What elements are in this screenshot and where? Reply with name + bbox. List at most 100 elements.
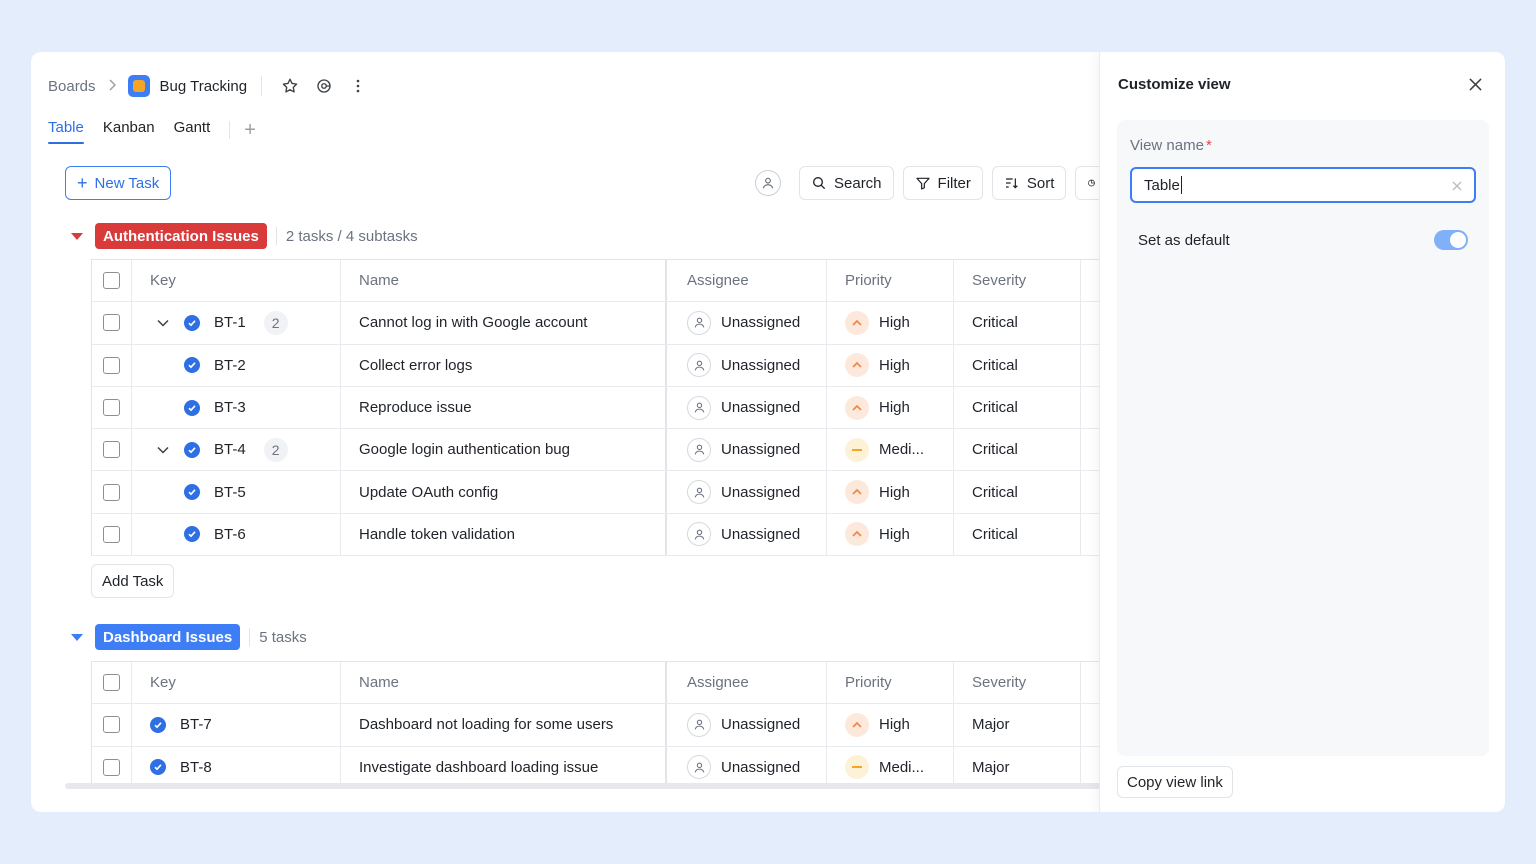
status-done-icon[interactable] — [184, 357, 200, 374]
status-done-icon[interactable] — [184, 399, 200, 416]
name-cell[interactable]: Handle token validation — [341, 513, 667, 556]
priority-cell[interactable]: High — [827, 513, 954, 556]
table-row[interactable]: BT-1 2 Cannot log in with Google account Un… — [92, 302, 1100, 345]
table-row[interactable]: BT-5 Update OAuth config Unassigned High Cri… — [92, 471, 1100, 514]
status-done-icon[interactable] — [184, 484, 200, 501]
table-row[interactable]: BT-6 Handle token validation Unassigned Hig… — [92, 513, 1100, 557]
table-row[interactable]: BT-2 Collect error logs Unassigned High Crit… — [92, 344, 1100, 387]
copy-view-link-button[interactable]: Copy view link — [1117, 766, 1233, 798]
select-all-checkbox[interactable] — [103, 272, 120, 290]
column-header-priority[interactable]: Priority — [827, 662, 954, 704]
set-default-toggle[interactable] — [1434, 230, 1468, 250]
table-row[interactable]: BT-7 Dashboard not loading for some users… — [92, 704, 1100, 747]
assignee-cell[interactable]: Unassigned — [667, 344, 827, 386]
assignee-cell[interactable]: Unassigned — [667, 429, 827, 471]
status-done-icon[interactable] — [184, 314, 200, 331]
column-header-priority[interactable]: Priority — [827, 260, 954, 302]
name-cell[interactable]: Update OAuth config — [341, 471, 667, 513]
assignee-cell[interactable]: Unassigned — [667, 513, 827, 556]
watch-icon[interactable] — [314, 76, 334, 96]
sort-button[interactable]: Sort — [991, 166, 1067, 200]
column-header-name[interactable]: Name — [341, 260, 667, 302]
column-header-assignee[interactable]: Assignee — [667, 260, 827, 302]
close-icon[interactable] — [1467, 76, 1483, 92]
priority-cell[interactable]: High — [827, 344, 954, 386]
task-key[interactable]: BT-6 — [214, 526, 246, 543]
row-checkbox[interactable] — [103, 525, 120, 543]
priority-cell[interactable]: Medi... — [827, 746, 954, 788]
clear-input-icon[interactable] — [1452, 179, 1462, 194]
status-done-icon[interactable] — [184, 441, 200, 458]
status-done-icon[interactable] — [184, 526, 200, 543]
task-key[interactable]: BT-5 — [214, 484, 246, 501]
name-cell[interactable]: Investigate dashboard loading issue — [341, 746, 667, 788]
row-checkbox[interactable] — [103, 483, 120, 501]
severity-cell[interactable]: Critical — [954, 344, 1081, 386]
assignee-cell[interactable]: Unassigned — [667, 302, 827, 344]
row-checkbox[interactable] — [103, 356, 120, 374]
task-key[interactable]: BT-4 — [214, 441, 246, 458]
status-done-icon[interactable] — [150, 759, 166, 776]
tab-table[interactable]: Table — [48, 116, 84, 144]
name-cell[interactable]: Dashboard not loading for some users — [341, 704, 667, 746]
collapse-caret-icon[interactable] — [71, 633, 83, 641]
add-task-button[interactable]: Add Task — [91, 564, 175, 598]
status-done-icon[interactable] — [150, 716, 166, 733]
assignee-filter-avatar[interactable] — [755, 170, 781, 196]
name-cell[interactable]: Cannot log in with Google account — [341, 302, 667, 344]
severity-cell[interactable]: Critical — [954, 471, 1081, 513]
name-cell[interactable]: Collect error logs — [341, 344, 667, 386]
column-header-key[interactable]: Key — [132, 260, 341, 302]
row-checkbox[interactable] — [103, 758, 120, 776]
expand-chevron-icon[interactable] — [156, 319, 170, 327]
search-button[interactable]: Search — [799, 166, 894, 200]
tab-gantt[interactable]: Gantt — [174, 116, 211, 144]
group-by-button[interactable] — [1075, 166, 1100, 200]
severity-cell[interactable]: Major — [954, 746, 1081, 788]
task-key[interactable]: BT-8 — [180, 759, 212, 776]
table-row[interactable]: BT-4 2 Google login authentication bug Unas… — [92, 429, 1100, 472]
severity-cell[interactable]: Critical — [954, 386, 1081, 429]
column-header-severity[interactable]: Severity — [954, 260, 1081, 302]
breadcrumb-boards[interactable]: Boards — [48, 78, 96, 95]
collapse-caret-icon[interactable] — [71, 232, 83, 240]
task-key[interactable]: BT-7 — [180, 716, 212, 733]
task-key[interactable]: BT-2 — [214, 357, 246, 374]
name-cell[interactable]: Reproduce issue — [341, 386, 667, 429]
column-header-key[interactable]: Key — [132, 662, 341, 704]
row-checkbox[interactable] — [103, 441, 120, 459]
priority-cell[interactable]: High — [827, 704, 954, 746]
severity-cell[interactable]: Critical — [954, 302, 1081, 344]
priority-cell[interactable]: High — [827, 471, 954, 513]
filter-button[interactable]: Filter — [902, 166, 983, 200]
priority-cell[interactable]: High — [827, 386, 954, 429]
row-checkbox[interactable] — [103, 716, 120, 734]
select-all-checkbox[interactable] — [103, 674, 120, 692]
more-vertical-icon[interactable] — [348, 76, 368, 96]
row-checkbox[interactable] — [103, 399, 120, 417]
row-checkbox[interactable] — [103, 314, 120, 332]
assignee-cell[interactable]: Unassigned — [667, 471, 827, 513]
star-icon[interactable] — [280, 76, 300, 96]
name-cell[interactable]: Google login authentication bug — [341, 429, 667, 471]
new-task-button[interactable]: + New Task — [65, 166, 172, 200]
assignee-cell[interactable]: Unassigned — [667, 386, 827, 429]
priority-cell[interactable]: High — [827, 302, 954, 344]
tab-kanban[interactable]: Kanban — [103, 116, 155, 144]
task-key[interactable]: BT-3 — [214, 399, 246, 416]
expand-chevron-icon[interactable] — [156, 446, 170, 454]
severity-cell[interactable]: Critical — [954, 429, 1081, 471]
column-header-severity[interactable]: Severity — [954, 662, 1081, 704]
table-row[interactable]: BT-3 Reproduce issue Unassigned High Critica… — [92, 386, 1100, 430]
severity-cell[interactable]: Critical — [954, 513, 1081, 556]
assignee-cell[interactable]: Unassigned — [667, 704, 827, 746]
add-view-icon[interactable]: + — [244, 120, 256, 140]
column-header-assignee[interactable]: Assignee — [667, 662, 827, 704]
task-key[interactable]: BT-1 — [214, 314, 246, 331]
horizontal-scrollbar[interactable] — [65, 783, 1100, 789]
column-header-name[interactable]: Name — [341, 662, 667, 704]
priority-cell[interactable]: Medi... — [827, 429, 954, 471]
assignee-cell[interactable]: Unassigned — [667, 746, 827, 788]
view-name-input[interactable]: Table — [1130, 167, 1476, 203]
severity-cell[interactable]: Major — [954, 704, 1081, 746]
